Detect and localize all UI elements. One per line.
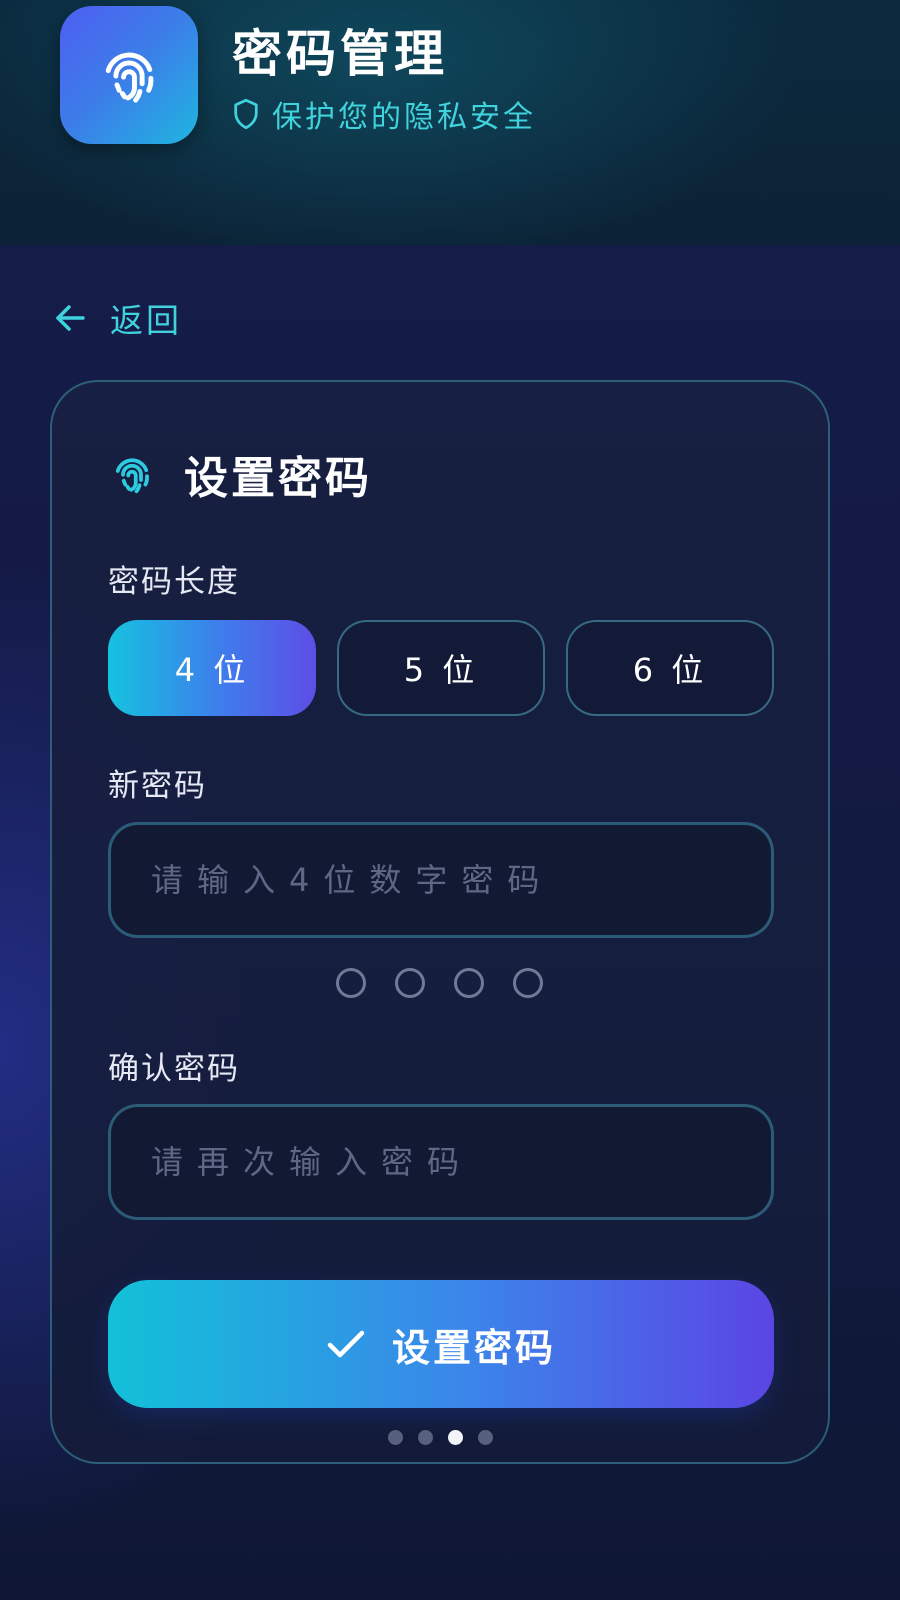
set-password-button-label: 设置密码: [391, 1325, 556, 1370]
confirm-password-label: 确认密码: [108, 1051, 240, 1087]
fingerprint-icon: [115, 458, 149, 494]
confirm-password-input[interactable]: [111, 1107, 771, 1217]
app-logo: [60, 6, 198, 144]
back-button[interactable]: 返回: [54, 296, 182, 340]
page-dot-active[interactable]: [448, 1430, 463, 1445]
pin-dot: [454, 968, 484, 998]
length-option-4[interactable]: 4 位: [108, 620, 316, 716]
pin-dot: [336, 968, 366, 998]
pin-indicator: [336, 968, 543, 998]
password-length-label: 密码长度: [108, 564, 240, 600]
pin-dot: [395, 968, 425, 998]
subtitle-text: 保护您的隐私安全: [272, 100, 536, 135]
back-label: 返回: [110, 301, 182, 340]
new-password-label: 新密码: [108, 768, 207, 804]
app-subtitle: 保护您的隐私安全: [232, 94, 536, 135]
length-option-5[interactable]: 5 位: [337, 620, 545, 716]
shield-icon: [234, 98, 258, 130]
page-dot[interactable]: [418, 1430, 433, 1445]
new-password-input[interactable]: [111, 825, 771, 935]
set-password-button[interactable]: 设置密码: [108, 1280, 774, 1408]
pin-dot: [513, 968, 543, 998]
arrow-left-icon: [56, 305, 85, 331]
fingerprint-icon: [105, 52, 154, 103]
length-option-6[interactable]: 6 位: [566, 620, 774, 716]
app-header: 密码管理 保护您的隐私安全: [0, 0, 900, 245]
page-dot[interactable]: [478, 1430, 493, 1445]
page-dot[interactable]: [388, 1430, 403, 1445]
card-header: 设置密码: [108, 446, 372, 504]
confirm-password-field-wrapper: [108, 1104, 774, 1220]
card-title: 设置密码: [184, 453, 372, 504]
new-password-field-wrapper: [108, 822, 774, 938]
check-icon: [327, 1330, 365, 1358]
app-title: 密码管理: [232, 25, 448, 83]
pagination-dots: [388, 1430, 493, 1445]
